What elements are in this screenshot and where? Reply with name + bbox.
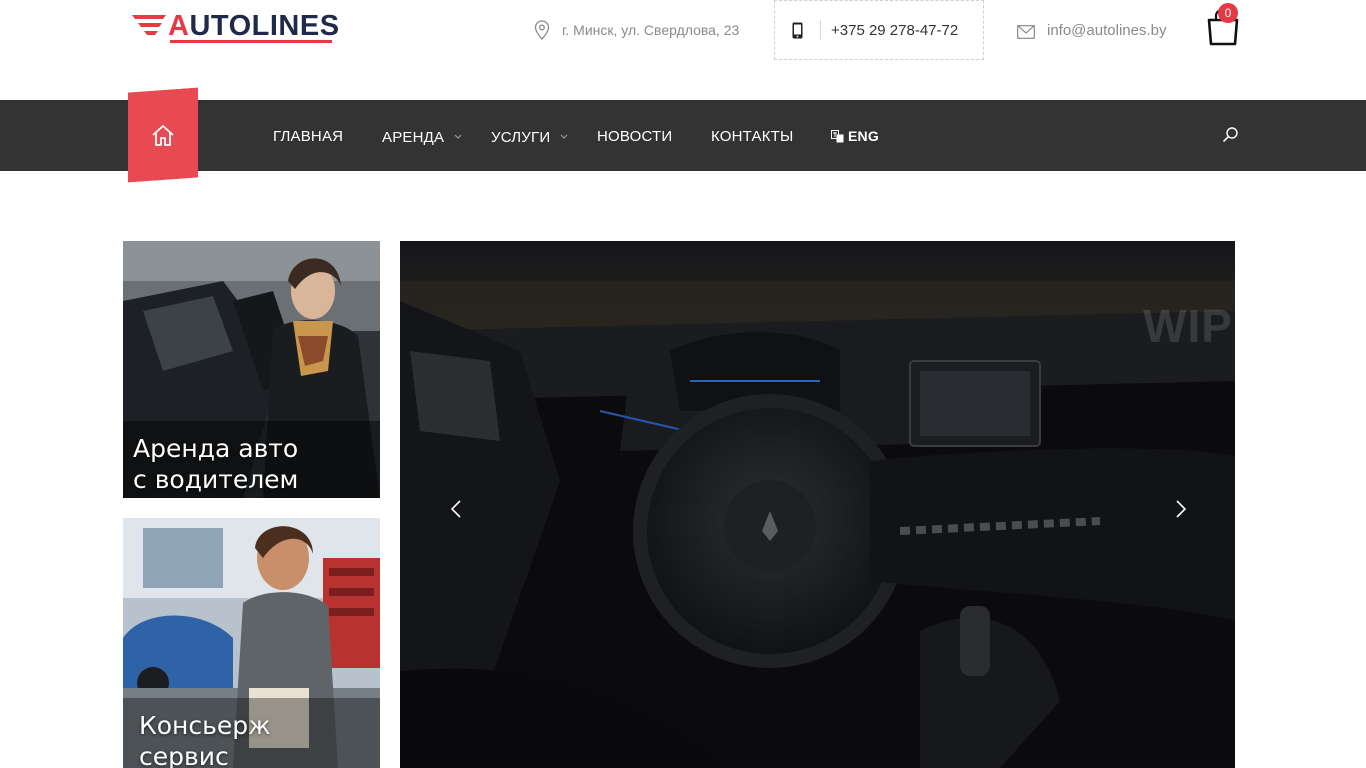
language-switch[interactable]: ENG xyxy=(831,126,879,146)
cart-count-badge: 0 xyxy=(1218,3,1238,23)
logo-underline xyxy=(170,40,332,43)
card-title: Консьерж сервис xyxy=(139,711,271,768)
nav-item-home[interactable]: ГЛАВНАЯ xyxy=(273,126,343,146)
envelope-icon xyxy=(1017,25,1035,39)
nav-item-services[interactable]: УСЛУГИ xyxy=(491,127,568,147)
logo-speed-lines-icon xyxy=(132,15,166,35)
search-icon[interactable] xyxy=(1222,126,1239,143)
phone-number[interactable]: +375 29 278-47-72 xyxy=(821,22,958,39)
top-bar: AUTOLINES г. Минск, ул. Свердлова, 23 +3… xyxy=(0,0,1366,100)
nav-item-label: УСЛУГИ xyxy=(491,128,551,146)
slide-watermark: WIP xyxy=(1143,300,1233,352)
email-text[interactable]: info@autolines.by xyxy=(1047,22,1166,39)
phone-icon-wrap xyxy=(775,20,821,40)
nav-item-label: ГЛАВНАЯ xyxy=(273,127,344,145)
card-title: Аренда авто с водителем xyxy=(133,434,299,494)
header-email[interactable]: info@autolines.by xyxy=(1017,20,1166,40)
nav-item-label: АРЕНДА xyxy=(382,128,445,146)
main-nav-bar xyxy=(0,100,1366,171)
chevron-down-icon xyxy=(454,134,462,139)
location-pin-icon xyxy=(534,20,550,40)
card-concierge-service[interactable]: Консьерж сервис xyxy=(123,518,380,768)
nav-item-rental[interactable]: АРЕНДА xyxy=(382,127,462,147)
card-chauffeur-rental[interactable]: Аренда авто с водителем xyxy=(123,241,380,498)
chevron-right-icon xyxy=(1176,500,1186,518)
nav-item-news[interactable]: НОВОСТИ xyxy=(597,126,672,146)
slider-prev-button[interactable] xyxy=(446,497,466,521)
site-logo[interactable]: AUTOLINES xyxy=(132,10,340,43)
nav-item-label: НОВОСТИ xyxy=(597,127,673,145)
mobile-phone-icon xyxy=(792,22,803,38)
address-text: г. Минск, ул. Свердлова, 23 xyxy=(562,22,740,38)
logo-text: AUTOLINES xyxy=(168,10,340,42)
chevron-down-icon xyxy=(560,134,568,139)
nav-item-label: КОНТАКТЫ xyxy=(711,127,794,145)
chevron-left-icon xyxy=(451,500,461,518)
home-button[interactable] xyxy=(128,88,198,183)
header-phone[interactable]: +375 29 278-47-72 xyxy=(774,0,984,60)
slide-image-car-interior xyxy=(400,241,1235,768)
home-icon xyxy=(151,124,175,146)
language-label: ENG xyxy=(848,128,879,144)
translate-icon xyxy=(831,129,844,142)
nav-item-contacts[interactable]: КОНТАКТЫ xyxy=(711,126,794,146)
hero-slider: WIP xyxy=(400,241,1235,768)
header-address: г. Минск, ул. Свердлова, 23 xyxy=(534,20,739,40)
slider-next-button[interactable] xyxy=(1171,497,1191,521)
